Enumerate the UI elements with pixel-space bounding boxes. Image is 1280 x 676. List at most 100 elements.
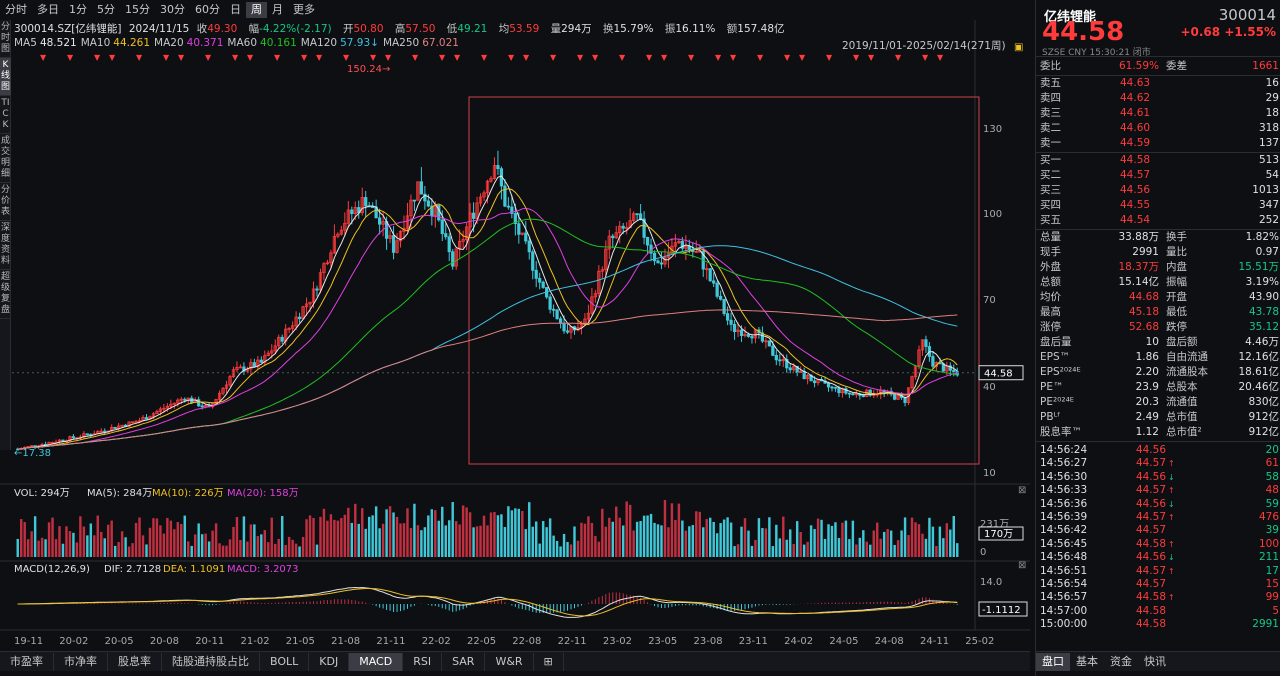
tick-volume: 2991 bbox=[1252, 618, 1279, 631]
event-flag-icon[interactable]: ▼ bbox=[67, 53, 74, 62]
volume-bar bbox=[284, 544, 287, 557]
event-flag-icon[interactable]: ▼ bbox=[343, 53, 350, 62]
event-flag-icon[interactable]: ▼ bbox=[550, 53, 557, 62]
volume-bar bbox=[865, 541, 869, 557]
volume-bar bbox=[496, 515, 500, 557]
ask-label: 卖二 bbox=[1040, 122, 1061, 134]
indicator-tab-2[interactable]: 股息率 bbox=[108, 652, 162, 671]
indicator-tab-3[interactable]: 陆股通持股占比 bbox=[162, 652, 260, 671]
volume-bar bbox=[75, 542, 79, 557]
event-flag-icon[interactable]: ▼ bbox=[826, 53, 833, 62]
event-flag-icon[interactable]: ▼ bbox=[481, 53, 488, 62]
event-flag-icon[interactable]: ▼ bbox=[40, 53, 47, 62]
indicator-tab-5[interactable]: KDJ bbox=[309, 652, 350, 671]
timeframe-3[interactable]: 5分 bbox=[92, 2, 120, 18]
candle-date: 2024/11/15 bbox=[128, 23, 190, 35]
stat-row: PE™ 23.9 总股本 20.46亿 bbox=[1040, 380, 1279, 395]
indicator-tab-0[interactable]: 市盈率 bbox=[0, 652, 54, 671]
left-tab-6[interactable]: 超级复盘 bbox=[0, 270, 11, 319]
bid-diff-label: 委差 bbox=[1166, 60, 1187, 72]
volume-bar bbox=[573, 526, 576, 557]
quote-panel-tabs: 盘口 基本 资金 快讯 bbox=[1036, 651, 1280, 671]
event-flag-icon[interactable]: ▼ bbox=[385, 53, 392, 62]
left-tab-2[interactable]: TICK bbox=[0, 96, 11, 134]
timeframe-7[interactable]: 日 bbox=[225, 2, 246, 18]
lock-icon[interactable]: ▣ bbox=[1014, 42, 1023, 53]
event-flag-icon[interactable]: ▼ bbox=[592, 53, 599, 62]
timeframe-6[interactable]: 60分 bbox=[190, 2, 225, 18]
timeframe-8[interactable]: 周 bbox=[246, 2, 267, 18]
event-flag-icon[interactable]: ▼ bbox=[577, 53, 584, 62]
add-indicator-icon[interactable]: ⊞ bbox=[534, 652, 564, 671]
event-flag-icon[interactable]: ▼ bbox=[757, 53, 764, 62]
indicator-tab-6[interactable]: MACD bbox=[349, 652, 404, 671]
event-flag-icon[interactable]: ▼ bbox=[661, 53, 668, 62]
event-flag-icon[interactable]: ▼ bbox=[646, 53, 653, 62]
event-flag-icon[interactable]: ▼ bbox=[316, 53, 323, 62]
event-flag-icon[interactable]: ▼ bbox=[136, 53, 143, 62]
indicator-tab-7[interactable]: RSI bbox=[403, 652, 443, 671]
quote-tab-0[interactable]: 盘口 bbox=[1036, 652, 1070, 671]
left-tab-4[interactable]: 分价表 bbox=[0, 183, 11, 221]
kline-chart-canvas[interactable]: 130 100 70 40 10 150.24→ ←17.38 ▼ ▼ ▼ ▼ ▼ ▼ ▼ ▼ ▼ ▼ ▼ ▼ ▼ ▼ ▼… bbox=[0, 0, 1030, 651]
timeframe-5[interactable]: 30分 bbox=[155, 2, 190, 18]
timeframe-1[interactable]: 多日 bbox=[32, 2, 64, 18]
indicator-tab-9[interactable]: W&R bbox=[485, 652, 534, 671]
panel-close-icon[interactable]: ⊠ bbox=[1018, 560, 1026, 571]
left-tab-5[interactable]: 深度资料 bbox=[0, 221, 11, 270]
candle-body bbox=[739, 329, 744, 336]
event-flag-icon[interactable]: ▼ bbox=[688, 53, 695, 62]
ma-label: MA120 bbox=[300, 37, 338, 49]
volume-bar bbox=[795, 521, 799, 557]
timeframe-0[interactable]: 分时 bbox=[0, 2, 32, 18]
event-flag-icon[interactable]: ▼ bbox=[163, 53, 170, 62]
quote-tab-3[interactable]: 快讯 bbox=[1138, 653, 1172, 671]
event-flag-icon[interactable]: ▼ bbox=[715, 53, 722, 62]
event-flag-icon[interactable]: ▼ bbox=[619, 53, 626, 62]
indicator-tab-1[interactable]: 市净率 bbox=[54, 652, 108, 671]
timeframe-2[interactable]: 1分 bbox=[64, 2, 92, 18]
panel-close-icon[interactable]: ⊠ bbox=[1018, 485, 1026, 496]
stat-row: 现手 2991 量比 0.97 bbox=[1040, 245, 1279, 260]
timeframe-4[interactable]: 15分 bbox=[120, 2, 155, 18]
event-flag-icon[interactable]: ▼ bbox=[895, 53, 902, 62]
timeframe-10[interactable]: 更多 bbox=[288, 2, 320, 18]
event-flag-icon[interactable]: ▼ bbox=[439, 53, 446, 62]
quote-tab-2[interactable]: 资金 bbox=[1104, 653, 1138, 671]
event-flag-icon[interactable]: ▼ bbox=[94, 53, 101, 62]
event-flag-icon[interactable]: ▼ bbox=[784, 53, 791, 62]
left-tab-0[interactable]: 分时图 bbox=[0, 20, 11, 58]
event-flag-icon[interactable]: ▼ bbox=[370, 53, 377, 62]
quote-tab-1[interactable]: 基本 bbox=[1070, 653, 1104, 671]
event-flag-icon[interactable]: ▼ bbox=[937, 53, 944, 62]
volume-bar bbox=[869, 544, 872, 557]
event-flag-icon[interactable]: ▼ bbox=[232, 53, 239, 62]
event-flag-icon[interactable]: ▼ bbox=[523, 53, 530, 62]
left-tab-1[interactable]: K线图 bbox=[0, 58, 11, 96]
event-flag-icon[interactable]: ▼ bbox=[205, 53, 212, 62]
candle-body bbox=[350, 209, 354, 215]
event-flag-icon[interactable]: ▼ bbox=[274, 53, 281, 62]
indicator-tab-4[interactable]: BOLL bbox=[260, 652, 310, 671]
low-label: 低 bbox=[446, 23, 458, 35]
turnover-label: 换 bbox=[602, 23, 614, 35]
indicator-tab-8[interactable]: SAR bbox=[442, 652, 486, 671]
candle-body bbox=[426, 200, 430, 207]
timeframe-9[interactable]: 月 bbox=[267, 2, 288, 18]
candle-body bbox=[774, 354, 778, 361]
event-flag-icon[interactable]: ▼ bbox=[412, 53, 419, 62]
event-flag-icon[interactable]: ▼ bbox=[853, 53, 860, 62]
event-flag-icon[interactable]: ▼ bbox=[178, 53, 185, 62]
event-flag-icon[interactable]: ▼ bbox=[247, 53, 254, 62]
event-flag-icon[interactable]: ▼ bbox=[301, 53, 308, 62]
price-axis-label: 10 bbox=[983, 468, 996, 479]
left-tab-3[interactable]: 成交明细 bbox=[0, 134, 11, 183]
event-flag-icon[interactable]: ▼ bbox=[508, 53, 515, 62]
event-flag-icon[interactable]: ▼ bbox=[109, 53, 116, 62]
event-flag-icon[interactable]: ▼ bbox=[730, 53, 737, 62]
vol-header: VOL: 294万 bbox=[14, 488, 70, 499]
event-flag-icon[interactable]: ▼ bbox=[868, 53, 875, 62]
event-flag-icon[interactable]: ▼ bbox=[799, 53, 806, 62]
event-flag-icon[interactable]: ▼ bbox=[454, 53, 461, 62]
event-flag-icon[interactable]: ▼ bbox=[922, 53, 929, 62]
